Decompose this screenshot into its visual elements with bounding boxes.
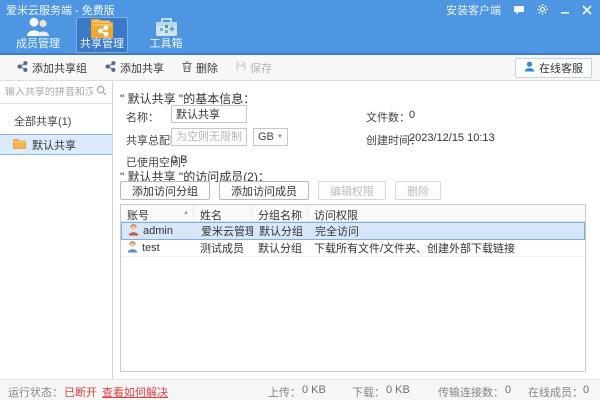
members-people-icon (25, 16, 51, 38)
online-members-value: 0 (583, 384, 589, 396)
app-window: 爱米云服务端 - 免费版 安装客户端 (0, 0, 600, 400)
tab-share-management[interactable]: 共享管理 (76, 17, 128, 53)
add-access-member-button[interactable]: 添加访问成员 (219, 181, 309, 200)
used-space-value: 0 B (171, 154, 188, 166)
tab-member-management[interactable]: 成员管理 (12, 17, 64, 53)
share-search-input[interactable] (5, 87, 93, 98)
column-header-permission[interactable]: 访问权限 (308, 205, 585, 221)
online-members-label: 在线成员： (528, 384, 583, 400)
button-label: 添加共享组 (32, 60, 87, 76)
connections-value: 0 (505, 384, 511, 396)
upload-label: 上传： (268, 384, 301, 400)
add-share-button[interactable]: 添加共享 (96, 56, 173, 80)
delete-share-button[interactable]: 删除 (173, 56, 227, 80)
quota-unit-value: GB (258, 131, 274, 143)
sort-ascending-icon: ▲ (183, 210, 189, 216)
share-sidebar: 全部共享(1) 默认共享 (0, 81, 113, 379)
share-network-icon (17, 61, 28, 75)
file-count-label: 文件数： (366, 109, 410, 125)
sidebar-item-default-share[interactable]: 默认共享 (0, 134, 112, 155)
customer-service-icon (524, 61, 535, 75)
created-value: 2023/12/15 10:13 (409, 132, 495, 144)
main-tabs: 成员管理 (0, 17, 600, 53)
name-label: 名称： (126, 109, 159, 125)
resolve-link[interactable]: 查看如何解决 (102, 384, 168, 400)
folder-icon (13, 138, 26, 152)
minimize-button[interactable] (560, 5, 570, 15)
tab-label: 工具箱 (150, 38, 183, 50)
column-header-name[interactable]: 姓名 (194, 205, 252, 221)
share-item-label: 默认共享 (32, 137, 76, 153)
table-row-test[interactable]: test 测试成员 默认分组 下载所有文件/文件夹、创建外部下载链接 (121, 240, 585, 257)
add-share-group-button[interactable]: 添加共享组 (8, 56, 96, 80)
delete-member-button[interactable]: 删除 (395, 181, 441, 200)
run-state-label: 运行状态： (8, 384, 63, 400)
share-detail-panel: " 默认共享 "的基本信息： 名称： 文件数： 0 共享总配额： GB ▼ 创建… (113, 81, 600, 379)
share-network-icon (105, 61, 116, 75)
column-header-group[interactable]: 分组名称 (252, 205, 308, 221)
table-row-admin[interactable]: admin 爱米云管理员 默认分组 完全访问 (121, 222, 585, 240)
button-label: 保存 (250, 60, 272, 76)
settings-gear-icon[interactable] (537, 4, 548, 15)
quota-unit-select[interactable]: GB ▼ (253, 128, 288, 146)
save-button[interactable]: 保存 (227, 56, 281, 80)
share-folder-icon (89, 16, 115, 38)
button-label: 添加共享 (120, 60, 164, 76)
feedback-icon[interactable] (513, 5, 525, 15)
close-button[interactable] (582, 5, 592, 15)
button-label: 在线客服 (539, 60, 583, 76)
status-bar: 运行状态： 已断开 查看如何解决 上传： 0 KB 下载： 0 KB 传输连接数… (0, 379, 600, 400)
titlebar: 爱米云服务端 - 免费版 安装客户端 (0, 0, 600, 55)
add-access-group-button[interactable]: 添加访问分组 (120, 181, 210, 200)
button-label: 删除 (196, 60, 218, 76)
members-table: 账号 ▲ 姓名 分组名称 访问权限 admin 爱米云管理员 默认分 (120, 204, 586, 372)
share-search-box (0, 81, 112, 104)
share-name-input[interactable] (171, 105, 247, 123)
tab-toolbox[interactable]: 工具箱 (140, 17, 192, 53)
members-table-header: 账号 ▲ 姓名 分组名称 访问权限 (121, 205, 585, 222)
upload-value: 0 KB (302, 384, 326, 396)
online-service-button[interactable]: 在线客服 (515, 58, 592, 78)
save-floppy-icon (236, 61, 246, 74)
tab-label: 共享管理 (80, 38, 124, 50)
members-actions: 添加访问分组 添加访问成员 编辑权限 删除 (120, 181, 441, 200)
file-count-value: 0 (409, 109, 415, 121)
connections-label: 传输连接数： (438, 384, 504, 400)
download-label: 下载： (352, 384, 385, 400)
user-avatar-icon (127, 241, 138, 256)
download-value: 0 KB (386, 384, 410, 396)
search-icon (96, 85, 107, 99)
all-shares-label: 全部共享(1) (0, 104, 112, 134)
quota-input[interactable] (171, 128, 247, 146)
toolbox-icon (154, 16, 179, 38)
install-client-link[interactable]: 安装客户端 (446, 2, 501, 18)
edit-permission-button[interactable]: 编辑权限 (318, 181, 386, 200)
trash-icon (182, 61, 192, 75)
user-avatar-icon (128, 224, 139, 239)
chevron-down-icon: ▼ (277, 134, 283, 140)
column-header-account[interactable]: 账号 ▲ (121, 205, 194, 221)
tab-label: 成员管理 (16, 38, 60, 50)
run-state-value: 已断开 (64, 384, 97, 400)
share-toolbar: 添加共享组 添加共享 删除 保存 在线客服 (0, 55, 600, 81)
